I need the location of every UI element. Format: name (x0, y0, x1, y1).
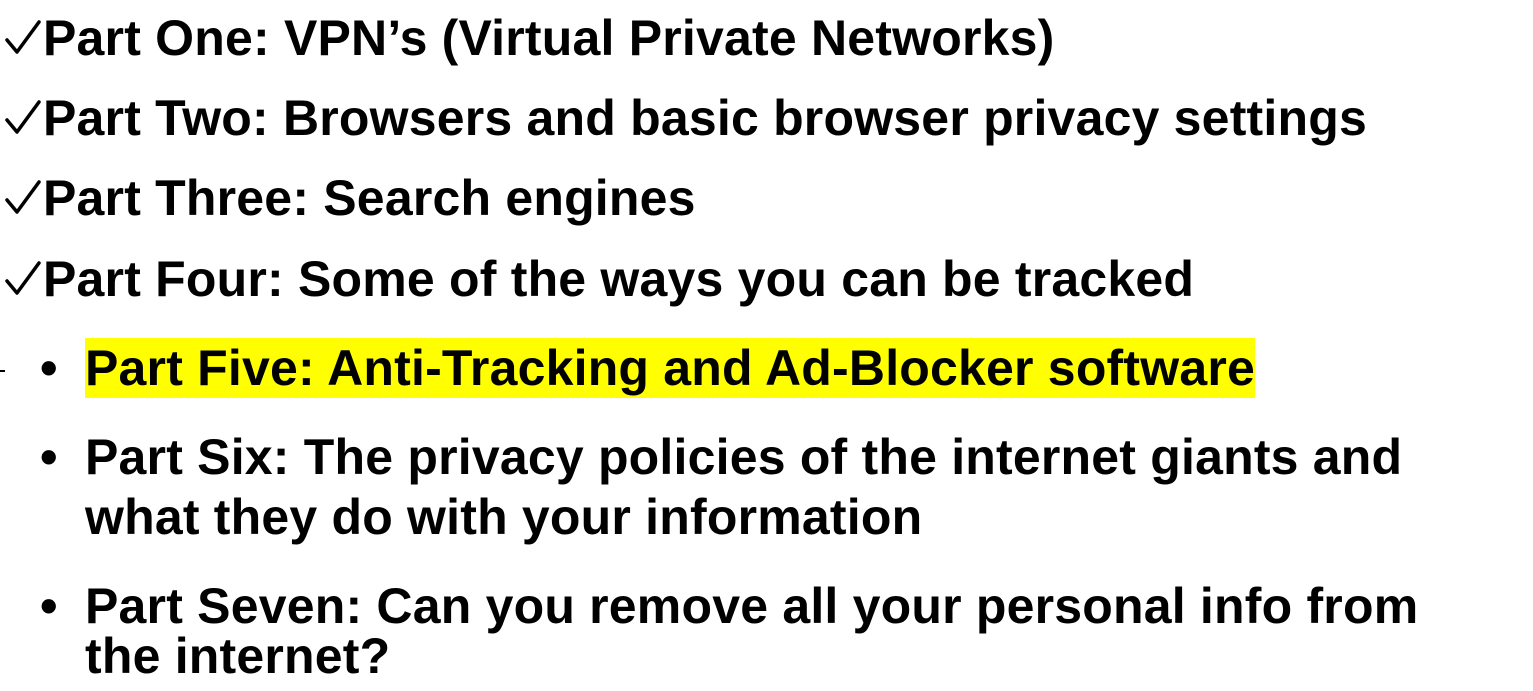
bullet-icon: • (40, 429, 58, 485)
list-item-text: Part One: VPN’s (Virtual Private Network… (43, 10, 1055, 66)
list-item-text: Part Three: Search engines (43, 170, 696, 226)
check-icon (5, 180, 41, 214)
list-item-text: Part Four: Some of the ways you can be t… (43, 251, 1195, 307)
check-icon (5, 20, 41, 54)
list-item-text-continued: what they do with your information (85, 489, 923, 545)
check-icon (5, 100, 41, 134)
check-icon (5, 261, 41, 295)
bullet-icon: • (40, 340, 58, 396)
list-item-text-continued: the internet? (85, 628, 391, 684)
list-item-text: Part Six: The privacy policies of the in… (85, 429, 1403, 485)
edge-dash-mark (0, 370, 5, 372)
slide: Part One: VPN’s (Virtual Private Network… (0, 0, 1533, 691)
bullet-icon: • (40, 578, 58, 634)
list-item-text: Part Two: Browsers and basic browser pri… (43, 90, 1367, 146)
list-item-text-highlighted: Part Five: Anti-Tracking and Ad-Blocker … (85, 338, 1256, 398)
